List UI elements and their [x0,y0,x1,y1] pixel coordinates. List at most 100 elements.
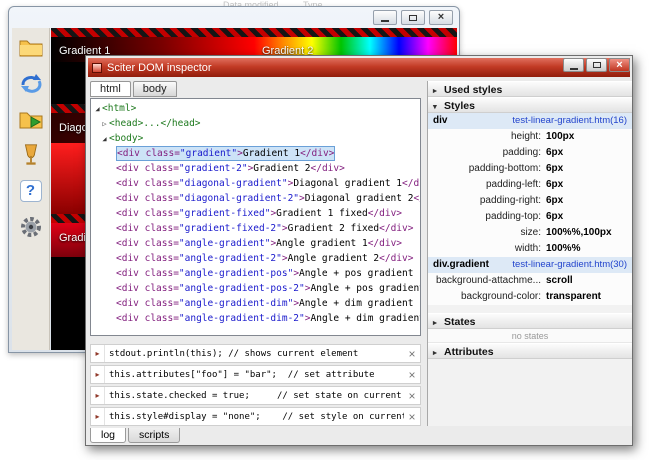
tab-html[interactable]: html [90,81,131,97]
close-button[interactable]: × [429,10,453,25]
dom-tree: ◢<html>▷<head>...</head>◢<body><div clas… [90,98,421,336]
minimize-button[interactable] [373,10,397,25]
script-code-input[interactable]: stdout.println(this); // shows current e… [105,349,404,359]
collapse-arrow-icon[interactable]: ◢ [93,102,102,116]
tab-body[interactable]: body [133,81,177,97]
tree-node[interactable]: <div class="angle-gradient">Angle gradie… [91,236,420,251]
tree-node[interactable]: <div class="angle-gradient-pos">Angle + … [91,266,420,281]
style-rule-row: div test-linear-gradient.htm(16) [428,113,632,129]
help-icon[interactable]: ? [17,177,45,204]
remove-script-icon[interactable]: × [404,347,420,361]
log-script-row: ▸this.attributes["foo"] = "bar"; // set … [90,365,421,384]
inspector-window: Sciter DOM inspector × html body ◢<html>… [85,55,633,446]
tree-node[interactable]: <div class="gradient-2">Gradient 2</div> [91,161,420,176]
refresh-icon[interactable] [17,69,45,96]
style-rule-row: div.gradient test-linear-gradient.htm(30) [428,257,632,273]
property-value: 100%%,100px [546,225,612,241]
minimize-button[interactable] [563,58,584,72]
property-value: 6px [546,177,563,193]
section-arrow-icon: ▸ [433,315,444,331]
script-code-input[interactable]: this.state.checked = true; // set state … [105,391,404,401]
tree-node[interactable]: <div class="gradient">Gradient 1</div> [91,146,420,161]
section-header-attributes[interactable]: ▸Attributes [428,343,632,359]
tree-node[interactable]: ▷<head>...</head> [91,116,420,131]
section-arrow-icon: ▸ [433,83,444,99]
remove-script-icon[interactable]: × [404,368,420,382]
property-value: 6px [546,209,563,225]
striped-border [51,28,457,37]
tree-node-text: <body> [109,132,143,145]
gear-icon[interactable] [17,213,45,240]
rule-selector: div [433,113,447,129]
tree-node-text: <div class="diagonal-gradient-2">Diagona… [116,192,420,205]
script-code-input[interactable]: this.attributes["foo"] = "bar"; // set a… [105,370,404,380]
section-header-states[interactable]: ▸States [428,313,632,329]
tree-node[interactable]: <div class="gradient-fixed">Gradient 1 f… [91,206,420,221]
collapse-arrow-icon[interactable]: ◢ [100,132,109,146]
expand-arrow-icon[interactable]: ▷ [100,117,109,131]
bottom-tabs: log scripts [90,428,180,443]
maximize-icon [409,15,417,21]
desktop: Data modified Type × ? [0,0,649,460]
script-code-input[interactable]: this.style#display = "none"; // set styl… [105,412,404,422]
tab-log[interactable]: log [90,428,126,443]
property-name: height: [428,129,546,145]
glass-icon[interactable] [17,141,45,168]
tree-node-text: <div class="angle-gradient-pos">Angle + … [116,267,420,280]
close-button[interactable]: × [609,58,630,72]
tree-node[interactable]: <div class="angle-gradient-dim">Angle + … [91,296,420,311]
tree-node[interactable]: <div class="diagonal-gradient-2">Diagona… [91,191,420,206]
tree-node-text: <div class="angle-gradient-dim-2">Angle … [116,312,420,325]
property-name: padding-bottom: [428,161,546,177]
tree-node[interactable]: <div class="diagonal-gradient">Diagonal … [91,176,420,191]
tree-node-text: <head>...</head> [109,117,201,130]
tree-node-text: <html> [102,102,136,115]
tab-scripts[interactable]: scripts [128,428,180,443]
log-script-row: ▸stdout.println(this); // shows current … [90,344,421,363]
titlebar[interactable]: Sciter DOM inspector [88,58,630,77]
minimize-icon [381,20,389,22]
style-property-row: padding-right:6px [428,193,632,209]
log-script-row: ▸this.style#display = "none"; // set sty… [90,407,421,426]
section-arrow-icon: ▸ [433,345,444,361]
property-name: padding-top: [428,209,546,225]
tree-node[interactable]: <div class="angle-gradient-pos-2">Angle … [91,281,420,296]
style-property-row: padding-bottom:6px [428,161,632,177]
property-name: background-attachme... [428,273,546,289]
folder-icon[interactable] [17,33,45,60]
tree-node-text: <div class="gradient-fixed-2">Gradient 2… [116,222,413,235]
tree-node-text: <div class="angle-gradient-dim">Angle + … [116,297,420,310]
remove-script-icon[interactable]: × [404,410,420,424]
tree-node-text: <div class="gradient-fixed">Gradient 1 f… [116,207,402,220]
property-name: width: [428,241,546,257]
tree-node-text: <div class="angle-gradient-2">Angle grad… [116,252,413,265]
source-link[interactable]: test-linear-gradient.htm(16) [512,113,627,129]
tree-node[interactable]: <div class="angle-gradient-dim-2">Angle … [91,311,420,326]
tree-node[interactable]: <div class="angle-gradient-2">Angle grad… [91,251,420,266]
log-script-row: ▸this.state.checked = true; // set state… [90,386,421,405]
maximize-button[interactable] [401,10,425,25]
style-property-row: padding-top:6px [428,209,632,225]
run-script-icon[interactable]: ▸ [91,345,105,362]
rule-selector: div.gradient [433,257,489,273]
tree-node[interactable]: ◢<html> [91,101,420,116]
source-link[interactable]: test-linear-gradient.htm(30) [512,257,627,273]
property-value: 100px [546,129,574,145]
tree-node-text: <div class="angle-gradient">Angle gradie… [116,237,402,250]
style-property-row: background-color:transparent [428,289,632,305]
tree-node[interactable]: ◢<body> [91,131,420,146]
property-name: size: [428,225,546,241]
spacer [428,305,632,313]
maximize-button[interactable] [586,58,607,72]
folder-run-icon[interactable] [17,105,45,132]
run-script-icon[interactable]: ▸ [91,366,105,383]
style-property-row: background-attachme...scroll [428,273,632,289]
tree-node[interactable]: <div class="gradient-fixed-2">Gradient 2… [91,221,420,236]
section-header-styles[interactable]: ▾Styles [428,97,632,113]
tree-node-text: <div class="diagonal-gradient">Diagonal … [116,177,420,190]
property-value: scroll [546,273,573,289]
run-script-icon[interactable]: ▸ [91,387,105,404]
section-header-used-styles[interactable]: ▸Used styles [428,81,632,97]
run-script-icon[interactable]: ▸ [91,408,105,425]
remove-script-icon[interactable]: × [404,389,420,403]
